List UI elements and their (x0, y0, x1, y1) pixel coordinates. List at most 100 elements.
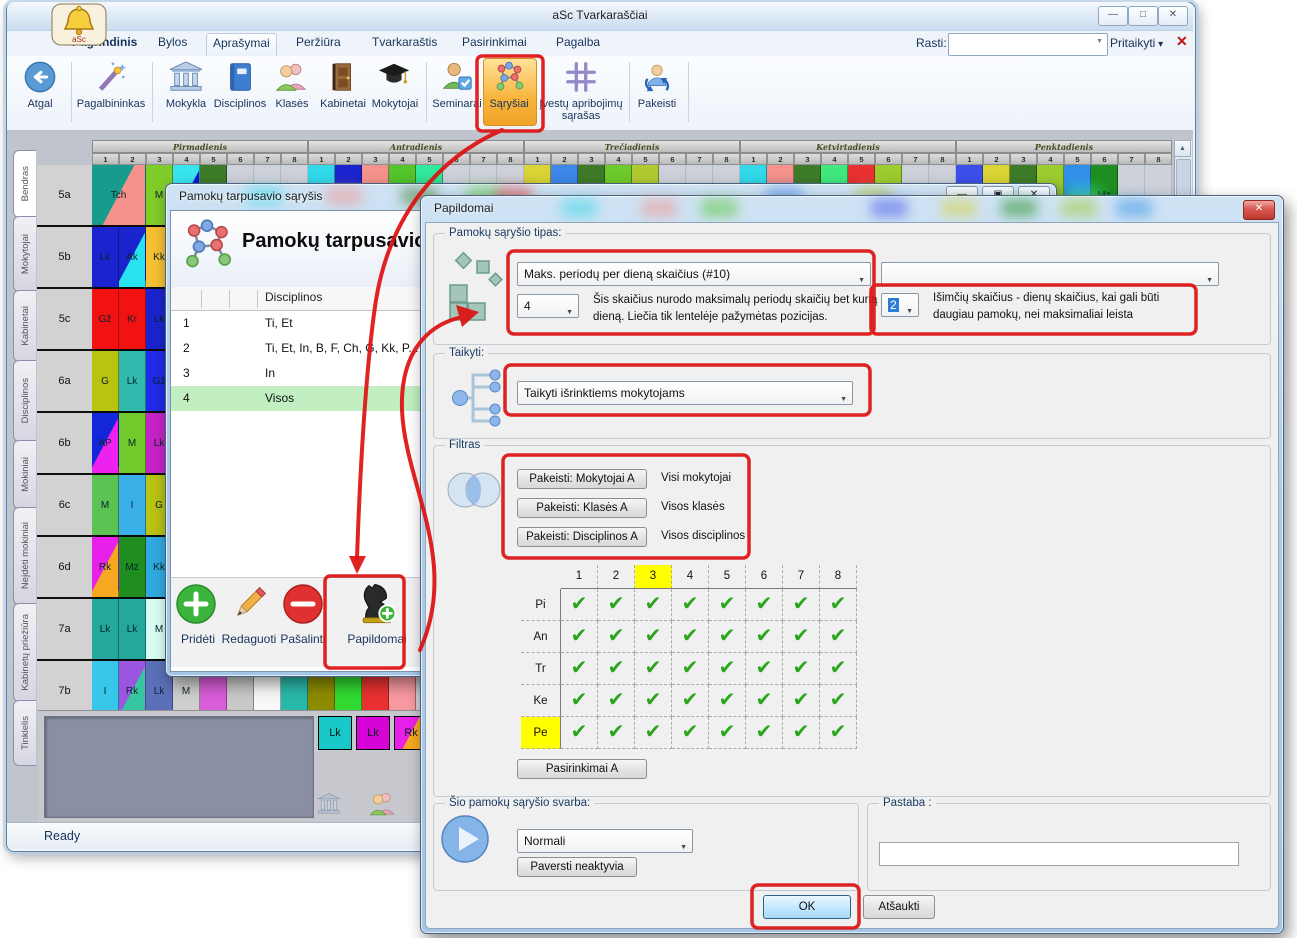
papildomai-button[interactable]: Papildomai (337, 632, 417, 646)
grid-row-label[interactable]: Pe (521, 717, 561, 749)
check-cell[interactable]: ✔ (746, 621, 783, 653)
minimize-button[interactable]: — (1098, 6, 1128, 26)
sidebar-tab-mokiniai[interactable]: Mokiniai (13, 440, 36, 509)
lesson-cell[interactable]: G (92, 351, 119, 411)
toolbar-label-sarysiai[interactable]: Sąryšiai (482, 98, 536, 110)
check-cell[interactable]: ✔ (672, 685, 709, 717)
check-cell[interactable]: ✔ (561, 589, 598, 621)
grid-column-header[interactable]: 8 (820, 565, 857, 589)
check-cell[interactable]: ✔ (783, 685, 820, 717)
check-cell[interactable]: ✔ (672, 653, 709, 685)
grid-column-header[interactable]: 4 (672, 565, 709, 589)
row-label[interactable]: 6c (37, 475, 92, 537)
graduation-cap-icon[interactable] (377, 60, 411, 94)
check-cell[interactable]: ✔ (783, 589, 820, 621)
note-input[interactable] (879, 842, 1239, 866)
grid-column-header[interactable]: 2 (598, 565, 635, 589)
building-mini-icon[interactable] (316, 792, 342, 818)
minus-circle-icon[interactable] (281, 582, 325, 626)
grid-column-header[interactable]: 3 (635, 565, 672, 589)
sidebar-tab-tinklelis[interactable]: Tinklelis (13, 700, 36, 766)
pakeisti-mokytojai-button[interactable]: Pakeisti: Mokytojai A (517, 469, 647, 489)
lesson-cell[interactable]: M (119, 413, 146, 473)
grid-row-label[interactable]: An (521, 621, 561, 653)
lesson-cell[interactable]: Rk (92, 537, 119, 597)
check-cell[interactable]: ✔ (820, 653, 857, 685)
toolbar-label-seminarai[interactable]: Seminarai (428, 98, 486, 110)
lesson-cell[interactable]: Kr (119, 289, 146, 349)
row-label[interactable]: 6d (37, 537, 92, 599)
check-cell[interactable]: ✔ (783, 621, 820, 653)
row-label[interactable]: 5a (37, 165, 92, 227)
check-cell[interactable]: ✔ (561, 685, 598, 717)
unplaced-lesson-card[interactable]: Lk (318, 716, 352, 750)
grid-row-label[interactable]: Ke (521, 685, 561, 717)
check-cell[interactable]: ✔ (746, 717, 783, 749)
maximize-button[interactable]: □ (1128, 6, 1158, 26)
pasirinkimai-button[interactable]: Pasirinkimai A (517, 759, 647, 779)
check-cell[interactable]: ✔ (635, 685, 672, 717)
chess-knight-plus-icon[interactable] (354, 580, 400, 626)
count-spinner[interactable]: 4 (517, 294, 579, 318)
row-label[interactable]: 5b (37, 227, 92, 289)
check-cell[interactable]: ✔ (820, 717, 857, 749)
students-mini-icon[interactable] (368, 790, 398, 818)
find-combobox[interactable] (948, 33, 1108, 56)
check-cell[interactable]: ✔ (598, 653, 635, 685)
plus-circle-icon[interactable] (174, 582, 218, 626)
toolbar-label-klases[interactable]: Klasės (269, 98, 315, 110)
check-cell[interactable]: ✔ (709, 717, 746, 749)
lesson-cell[interactable]: I (92, 661, 119, 710)
check-cell[interactable]: ✔ (709, 653, 746, 685)
check-cell[interactable]: ✔ (561, 621, 598, 653)
grid-column-header[interactable]: 7 (783, 565, 820, 589)
sidebar-tab-kabinetai[interactable]: Kabinetai (13, 290, 36, 362)
sidebar-tab-ne-d-ti-mokiniai[interactable]: Neįdėti mokiniai (13, 507, 36, 605)
apply-dropdown[interactable]: Pritaikyti (1110, 36, 1163, 50)
row-label[interactable]: 6b (37, 413, 92, 475)
blue-book-icon[interactable] (223, 60, 257, 94)
row-label[interactable]: 7a (37, 599, 92, 661)
paversti-neaktyvia-button[interactable]: Paversti neaktyvia (517, 857, 637, 877)
lesson-cell[interactable]: Mz (119, 537, 146, 597)
toolbar-label-disciplinos[interactable]: Disciplinos (206, 98, 274, 110)
unplaced-lessons-bin[interactable] (44, 716, 314, 818)
check-cell[interactable]: ✔ (635, 589, 672, 621)
check-cell[interactable]: ✔ (672, 717, 709, 749)
grid-column-header[interactable]: 1 (561, 565, 598, 589)
check-cell[interactable]: ✔ (783, 653, 820, 685)
check-cell[interactable]: ✔ (598, 685, 635, 717)
check-cell[interactable]: ✔ (635, 717, 672, 749)
check-cell[interactable]: ✔ (709, 589, 746, 621)
lesson-cell[interactable]: I (119, 475, 146, 535)
toolbar-label-mokytojai[interactable]: Mokytojai (364, 98, 426, 110)
asc-bell-logo-icon[interactable]: aSc (50, 3, 108, 47)
lesson-cell[interactable]: Tch (92, 165, 146, 225)
toolbar-label-atgal[interactable]: Atgal (10, 98, 70, 110)
sidebar-tab-mokytojai[interactable]: Mokytojai (13, 216, 36, 292)
lesson-cell[interactable]: Ak (119, 227, 146, 287)
toolbar-label-pakeisti[interactable]: Pakeisti (630, 98, 684, 110)
grid-fence-icon[interactable] (564, 60, 598, 94)
check-cell[interactable]: ✔ (820, 589, 857, 621)
tab-pasirinkimai[interactable]: Pasirinkimai (456, 33, 533, 57)
close-filter-icon[interactable]: ✕ (1176, 33, 1188, 50)
grid-row-label[interactable]: Pi (521, 589, 561, 621)
check-cell[interactable]: ✔ (635, 621, 672, 653)
check-cell[interactable]: ✔ (820, 685, 857, 717)
check-cell[interactable]: ✔ (746, 589, 783, 621)
person-check-icon[interactable] (440, 60, 474, 94)
students-icon[interactable] (274, 60, 308, 94)
pakeisti-disciplinos-button[interactable]: Pakeisti: Disciplinos A (517, 527, 647, 547)
grid-column-header[interactable]: 6 (746, 565, 783, 589)
check-cell[interactable]: ✔ (672, 621, 709, 653)
scroll-up-icon[interactable] (1174, 140, 1191, 157)
sidebar-tab-kabinet-prie-i-ra[interactable]: Kabinetų priežiūra (13, 603, 36, 702)
back-arrow-icon[interactable] (23, 60, 57, 94)
check-cell[interactable]: ✔ (820, 621, 857, 653)
lesson-cell[interactable]: Lk (92, 599, 119, 659)
school-building-icon[interactable] (166, 60, 206, 94)
main-titlebar[interactable]: aSc Tvarkaraščiai (7, 2, 1193, 31)
exceptions-spinner[interactable]: 2 (881, 293, 919, 317)
pasalinti-button[interactable]: Pašalinti (263, 632, 343, 646)
